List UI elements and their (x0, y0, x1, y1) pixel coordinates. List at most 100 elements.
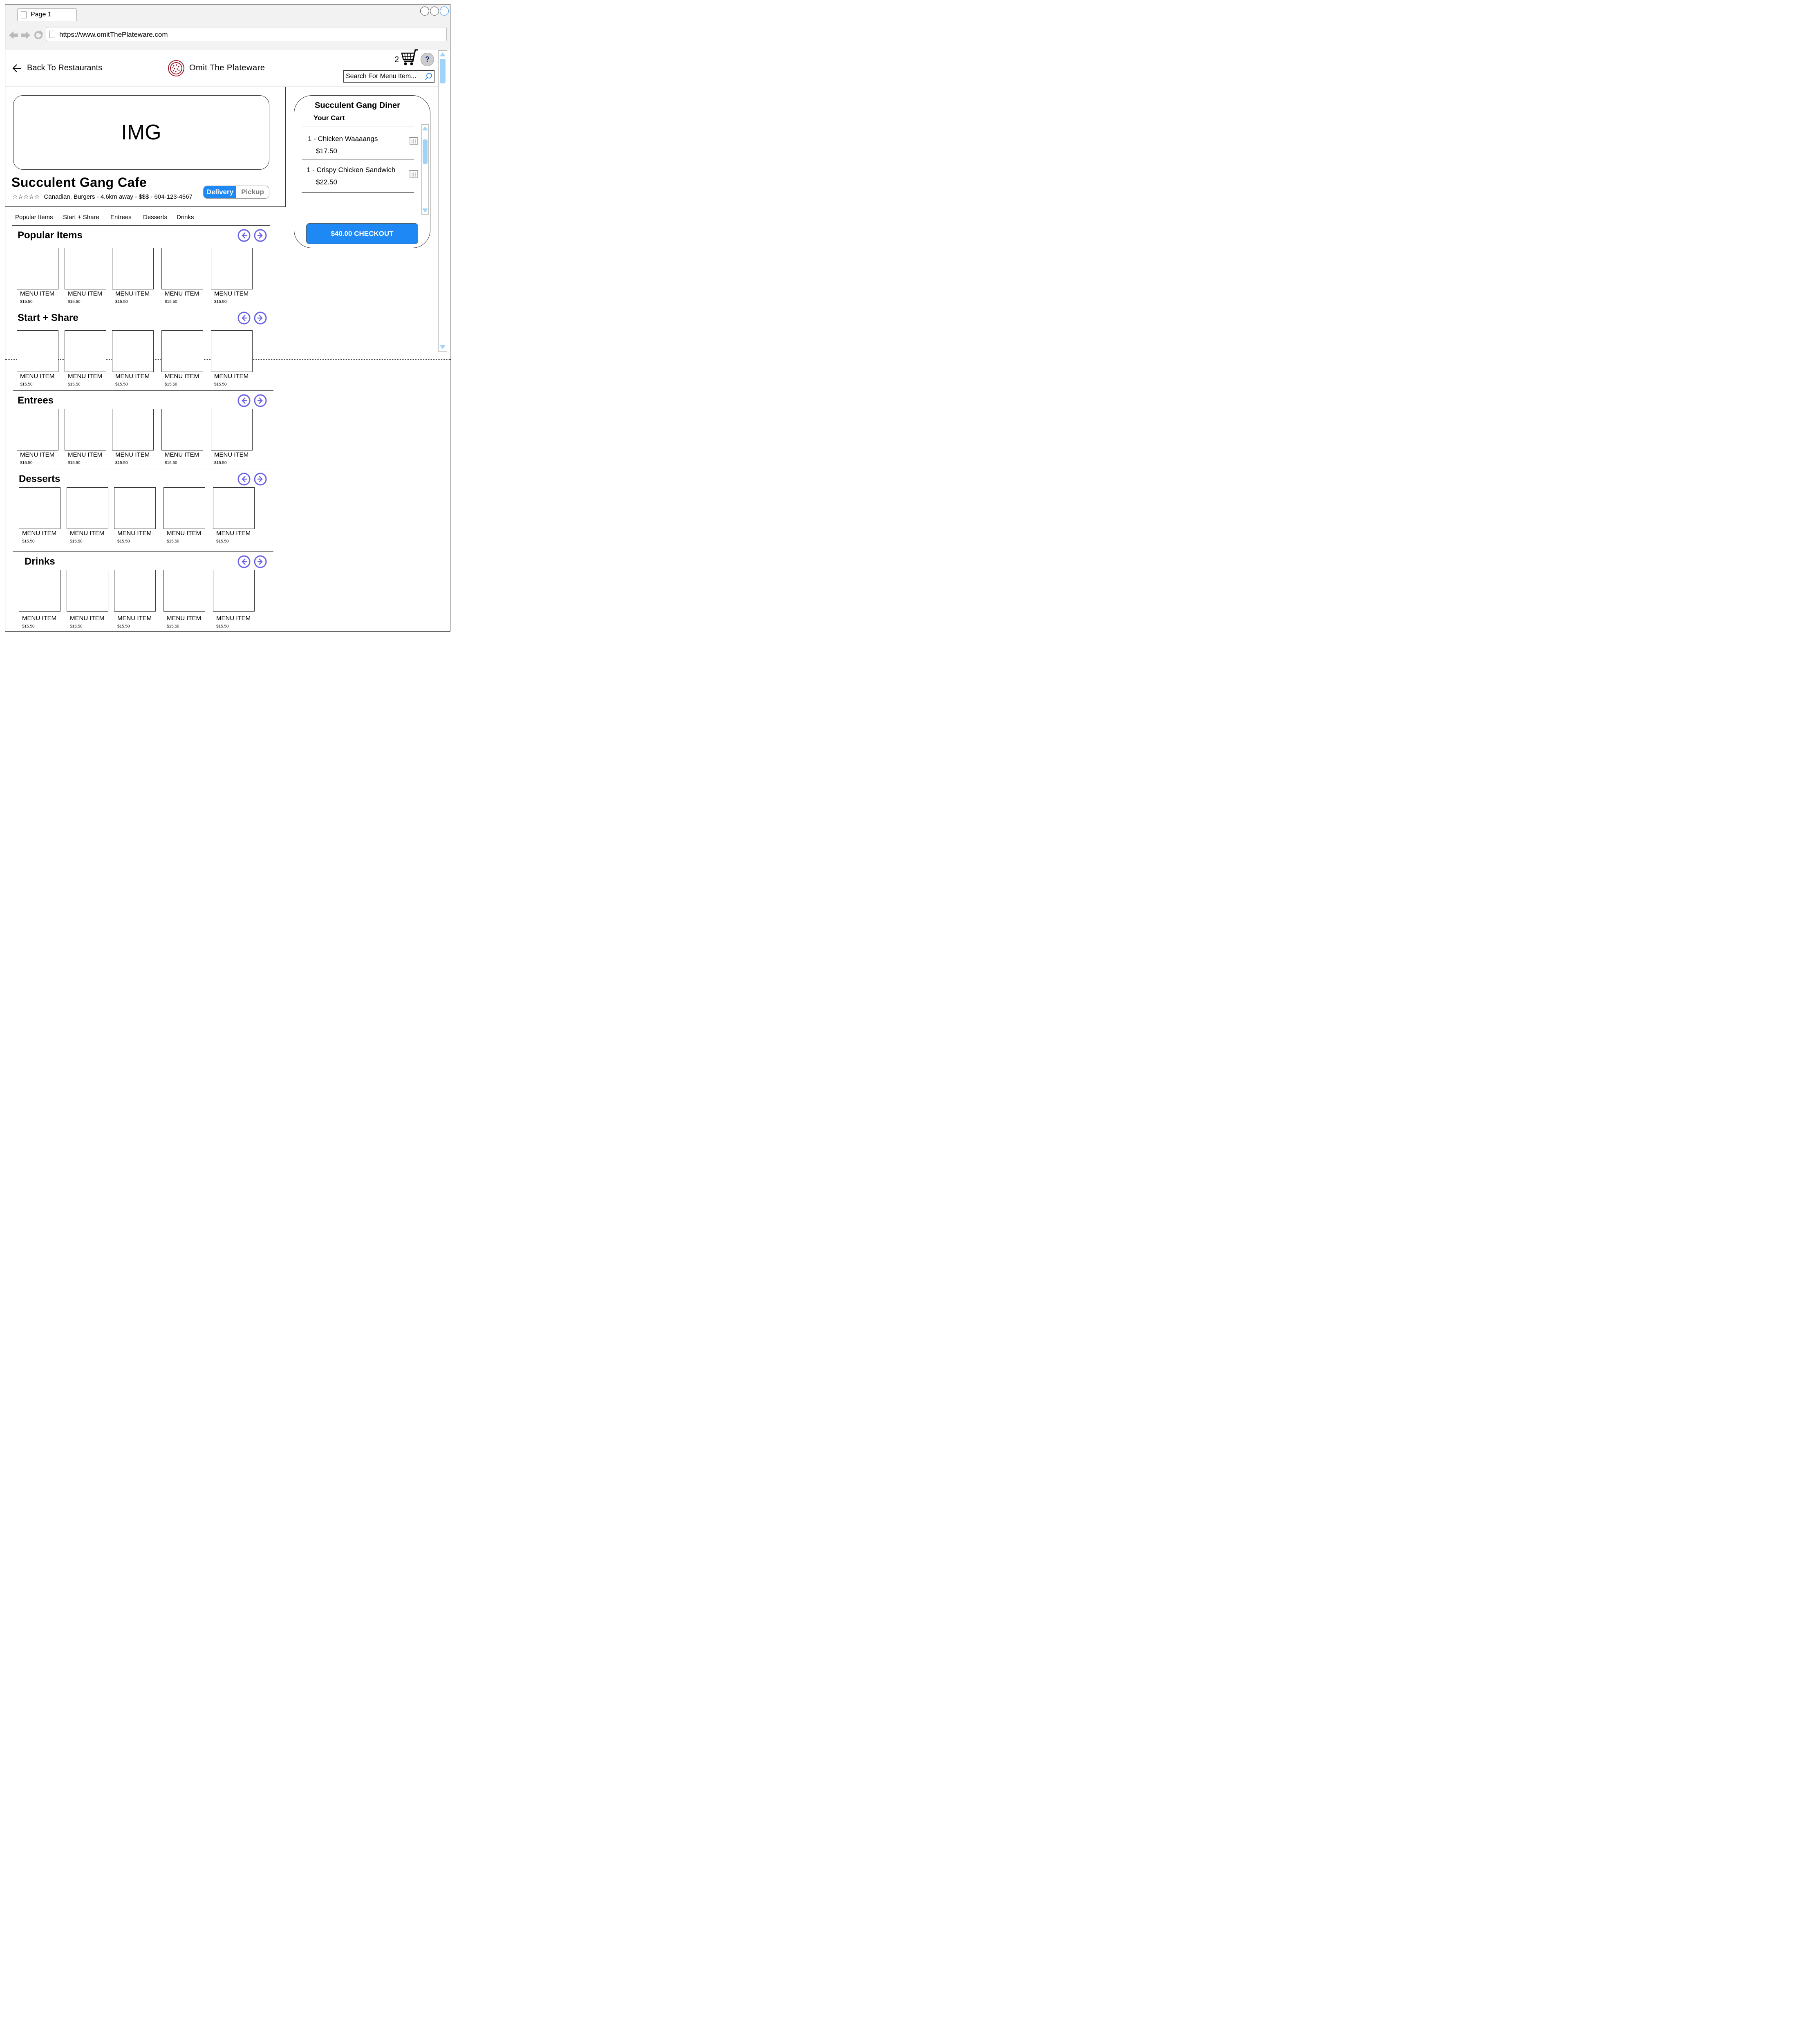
menu-item-price: $15.50 (20, 382, 33, 387)
menu-item-card[interactable] (65, 409, 106, 450)
category-nav-desserts[interactable]: Desserts (143, 214, 167, 221)
page-scrollbar[interactable] (438, 50, 447, 352)
cart-item-price: $17.50 (316, 147, 337, 155)
menu-item-card[interactable] (163, 487, 205, 529)
left-arrow-icon[interactable] (237, 229, 251, 242)
menu-item-card[interactable] (67, 487, 108, 529)
menu-item-card[interactable] (112, 248, 154, 289)
menu-item-card[interactable] (213, 570, 255, 612)
delivery-option[interactable]: Delivery (204, 186, 236, 198)
category-nav-start-share[interactable]: Start + Share (63, 214, 99, 221)
menu-item-card[interactable] (65, 330, 106, 372)
restaurant-meta: ☆☆☆☆☆ Canadian, Burgers - 4.6km away - $… (12, 193, 193, 200)
menu-item-card[interactable] (17, 409, 58, 450)
brand-name: Omit The Plateware (189, 63, 265, 72)
cart-item-line: 1 - Chicken Waaaangs (308, 135, 378, 143)
cart-scrollbar[interactable] (421, 124, 429, 215)
left-arrow-icon[interactable] (237, 312, 251, 325)
menu-item-card[interactable] (19, 487, 60, 529)
menu-item-card[interactable] (17, 330, 58, 372)
left-arrow-icon[interactable] (237, 394, 251, 407)
menu-item-card[interactable] (211, 330, 253, 372)
page-icon (21, 11, 27, 18)
menu-item-price: $15.50 (214, 382, 227, 387)
url-bar[interactable]: https://www.omitThePlateware.com (46, 27, 447, 41)
category-nav-entrees[interactable]: Entrees (110, 214, 132, 221)
menu-item-name: MENU ITEM (20, 290, 55, 297)
scroll-up-icon[interactable] (422, 126, 428, 130)
section-divider (13, 551, 273, 552)
menu-item-price: $15.50 (117, 624, 130, 629)
scroll-down-icon[interactable] (422, 208, 428, 213)
menu-item-name: MENU ITEM (117, 615, 152, 622)
menu-item-card[interactable] (114, 570, 156, 612)
cart-subtitle: Your Cart (314, 114, 345, 122)
menu-item-price: $15.50 (117, 539, 130, 544)
menu-item-card[interactable] (67, 570, 108, 612)
menu-item-name: MENU ITEM (22, 615, 57, 622)
category-nav-popular[interactable]: Popular Items (15, 214, 53, 221)
menu-item-card[interactable] (65, 248, 106, 289)
cart-restaurant-name: Succulent Gang Diner (315, 101, 400, 110)
menu-item-card[interactable] (17, 248, 58, 289)
section-divider (13, 390, 273, 391)
reload-icon (34, 30, 43, 39)
menu-item-name: MENU ITEM (115, 451, 150, 458)
right-arrow-icon[interactable] (254, 229, 267, 242)
menu-item-name: MENU ITEM (20, 451, 55, 458)
menu-item-card[interactable] (213, 487, 255, 529)
left-arrow-icon[interactable] (237, 555, 251, 568)
scroll-thumb[interactable] (440, 59, 446, 83)
right-arrow-icon[interactable] (254, 555, 267, 568)
back-to-restaurants-link[interactable]: Back To Restaurants (12, 63, 102, 73)
scroll-up-icon[interactable] (440, 52, 446, 56)
menu-item-card[interactable] (161, 248, 203, 289)
menu-item-card[interactable] (112, 330, 154, 372)
pickup-option[interactable]: Pickup (236, 186, 269, 198)
delivery-pickup-toggle[interactable]: Delivery Pickup (203, 186, 269, 199)
menu-search-input[interactable]: Search For Menu Item... (343, 70, 434, 83)
right-arrow-icon[interactable] (254, 312, 267, 325)
rating-stars: ☆☆☆☆☆ (12, 193, 40, 200)
menu-item-price: $15.50 (20, 461, 33, 465)
section-title: Drinks (25, 556, 55, 567)
menu-item-name: MENU ITEM (216, 615, 251, 622)
category-nav-divider (12, 225, 270, 226)
cart-icon[interactable] (401, 49, 419, 68)
window-button-circle-icon[interactable] (440, 7, 449, 16)
search-icon[interactable] (425, 72, 432, 81)
restaurant-image: IMG (13, 95, 269, 170)
menu-item-card[interactable] (19, 570, 60, 612)
trash-icon[interactable] (409, 169, 418, 180)
menu-item-card[interactable] (161, 409, 203, 450)
browser-tab[interactable]: Page 1 (17, 8, 77, 21)
trash-icon[interactable] (409, 136, 418, 147)
window-button-circle-icon[interactable] (420, 7, 429, 16)
restaurant-details: Canadian, Burgers - 4.6km away - $$$ - 6… (44, 193, 193, 200)
menu-item-price: $15.50 (214, 461, 227, 465)
menu-item-card[interactable] (161, 330, 203, 372)
menu-item-card[interactable] (114, 487, 156, 529)
scroll-down-icon[interactable] (440, 345, 446, 349)
menu-item-name: MENU ITEM (165, 373, 199, 380)
info-divider (5, 206, 286, 207)
menu-item-card[interactable] (112, 409, 154, 450)
menu-item-name: MENU ITEM (20, 373, 55, 380)
menu-item-card[interactable] (163, 570, 205, 612)
menu-item-price: $15.50 (68, 300, 81, 304)
right-arrow-icon[interactable] (254, 473, 267, 486)
checkout-button[interactable]: $40.00 CHECKOUT (306, 223, 418, 244)
section-title: Start + Share (18, 312, 78, 323)
category-nav-drinks[interactable]: Drinks (177, 214, 194, 221)
right-arrow-icon[interactable] (254, 394, 267, 407)
back-nav-icon (9, 31, 18, 39)
window-button-circle-icon[interactable] (430, 7, 439, 16)
menu-item-card[interactable] (211, 409, 253, 450)
menu-item-price: $15.50 (22, 539, 35, 544)
menu-item-card[interactable] (211, 248, 253, 289)
scroll-thumb[interactable] (423, 139, 428, 164)
section-title: Desserts (19, 473, 60, 484)
help-icon[interactable]: ? (421, 53, 434, 66)
menu-item-name: MENU ITEM (117, 530, 152, 537)
left-arrow-icon[interactable] (237, 473, 251, 486)
